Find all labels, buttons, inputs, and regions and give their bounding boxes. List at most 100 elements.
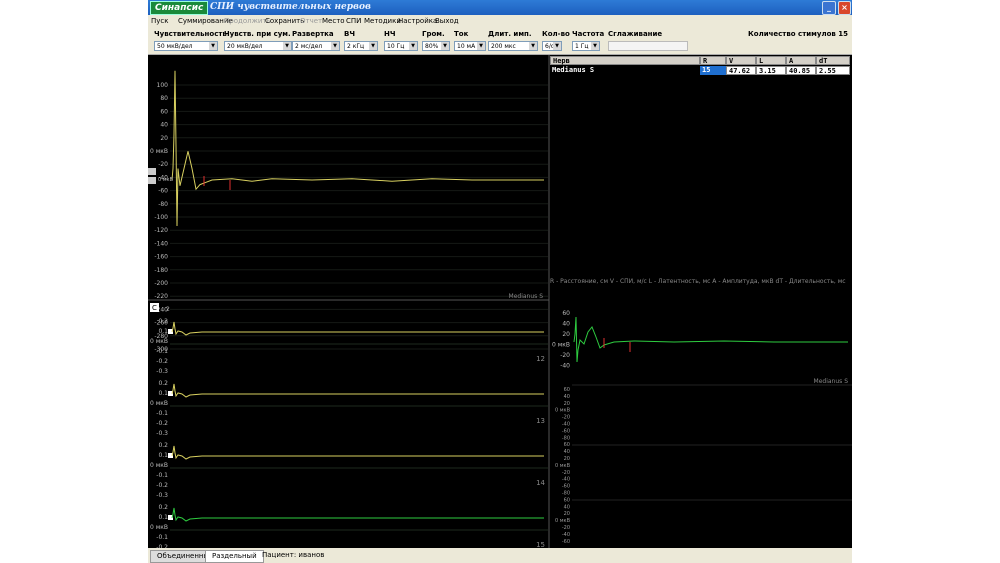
param-select-4[interactable]: 10 Гц ▼ bbox=[384, 41, 418, 51]
menu-item-2[interactable]: Продолжить bbox=[224, 17, 271, 25]
small-tick-0-3: -0.1 bbox=[156, 348, 168, 355]
param-select-6[interactable]: 10 мА ▼ bbox=[454, 41, 486, 51]
param-select-8[interactable]: 6/о ▼ bbox=[542, 41, 562, 51]
table-cell-1[interactable]: 15 bbox=[700, 66, 726, 75]
table-header-0: Нерв bbox=[550, 56, 700, 65]
right-lower-tick-9: 40 bbox=[564, 449, 570, 455]
main-tick-15: -200 bbox=[154, 280, 168, 287]
smoothing-field[interactable] bbox=[608, 41, 688, 51]
param-value-3: 2 кГц bbox=[347, 43, 365, 50]
main-tick-0: 100 bbox=[157, 82, 169, 89]
param-label-10: Сглаживание bbox=[608, 30, 663, 38]
param-value-6: 10 мА bbox=[457, 43, 476, 50]
right-lower-tick-0: 60 bbox=[564, 387, 570, 393]
menu-item-0[interactable]: Пуск bbox=[151, 17, 168, 25]
param-label-3: ВЧ bbox=[344, 30, 355, 38]
param-select-7[interactable]: 200 мкс ▼ bbox=[488, 41, 538, 51]
menu-item-7[interactable]: Методики bbox=[364, 17, 401, 25]
param-label-0: Чувствительность bbox=[154, 30, 227, 38]
right-lower-tick-17: 40 bbox=[564, 504, 570, 510]
right-lower-tick-2: 20 bbox=[564, 401, 570, 407]
right-lower-tick-16: 60 bbox=[564, 497, 570, 503]
param-value-4: 10 Гц bbox=[387, 43, 405, 50]
table-cell-5[interactable]: 2.55 bbox=[816, 66, 850, 75]
minimize-icon[interactable]: _ bbox=[822, 1, 836, 15]
param-value-2: 2 мс/дел bbox=[295, 43, 323, 50]
right-lower-tick-1: 40 bbox=[564, 394, 570, 400]
param-select-5[interactable]: 80% ▼ bbox=[422, 41, 450, 51]
right-upper-tick-1: 40 bbox=[562, 321, 570, 328]
small-tick-0-1: 0.1 bbox=[158, 328, 168, 335]
right-upper-tick-0: 60 bbox=[562, 310, 570, 317]
param-label-8: Кол-во bbox=[542, 30, 570, 38]
chevron-down-icon: ▼ bbox=[209, 42, 217, 50]
small-tick-1-0: 0.2 bbox=[158, 380, 168, 387]
table-header-1: R bbox=[700, 56, 726, 65]
menu-item-3[interactable]: Сохранить bbox=[265, 17, 304, 25]
main-tick-12: -140 bbox=[154, 240, 168, 247]
small-number-0: 12 bbox=[536, 355, 545, 363]
chevron-down-icon: ▼ bbox=[591, 42, 599, 50]
close-icon[interactable]: × bbox=[838, 1, 851, 15]
right-trace bbox=[573, 316, 848, 363]
chevron-down-icon: ▼ bbox=[477, 42, 485, 50]
param-label-4: НЧ bbox=[384, 30, 396, 38]
table-header-3: L bbox=[756, 56, 786, 65]
param-select-1[interactable]: 20 мкВ/дел ▼ bbox=[224, 41, 292, 51]
small-tick-3-0: 0.2 bbox=[158, 504, 168, 511]
menu-item-4[interactable]: Отчет bbox=[300, 17, 322, 25]
table-cell-2[interactable]: 47.62 bbox=[726, 66, 756, 75]
right-lower-tick-13: -40 bbox=[562, 477, 570, 483]
right-lower-tick-21: -40 bbox=[562, 532, 570, 538]
small-tick-2-1: 0.1 bbox=[158, 452, 168, 459]
small-tick-2-3: -0.1 bbox=[156, 472, 168, 479]
small-tick-3-2: 0 мкВ bbox=[150, 524, 168, 531]
menu-item-8[interactable]: Настройка bbox=[398, 17, 437, 25]
param-label-9: Частота bbox=[572, 30, 605, 38]
right-lower-tick-15: -80 bbox=[562, 491, 570, 497]
right-lower-tick-19: 0 мкВ bbox=[555, 518, 571, 524]
right-lower-tick-22: -60 bbox=[562, 539, 570, 545]
table-cell-4[interactable]: 40.85 bbox=[786, 66, 816, 75]
bottom-tabs: Объединенный Раздельный Пациент: иванов bbox=[148, 548, 852, 563]
small-trace-1 bbox=[171, 383, 544, 398]
param-label-5: Гром. bbox=[422, 30, 445, 38]
param-value-7: 200 мкс bbox=[491, 43, 516, 50]
small-tick-0-0: 0.2 bbox=[158, 318, 168, 325]
main-tick-13: -160 bbox=[154, 254, 168, 261]
param-select-2[interactable]: 2 мс/дел ▼ bbox=[292, 41, 340, 51]
main-tick-5: 0 мкВ bbox=[150, 148, 168, 155]
main-tick-8: -60 bbox=[158, 188, 168, 195]
small-tick-1-5: -0.3 bbox=[156, 430, 168, 437]
main-tick-9: -80 bbox=[158, 201, 168, 208]
small-number-3: 15 bbox=[536, 541, 545, 548]
small-trace-0 bbox=[171, 321, 544, 336]
param-select-3[interactable]: 2 кГц ▼ bbox=[344, 41, 378, 51]
small-tick-2-2: 0 мкВ bbox=[150, 462, 168, 469]
chevron-down-icon: ▼ bbox=[409, 42, 417, 50]
menu-item-5[interactable]: Место bbox=[322, 17, 345, 25]
table-cell-0[interactable]: Medianus S bbox=[550, 66, 700, 75]
plots-area: 100806040200 мкВ-20-40-60-80-100-120-140… bbox=[148, 55, 852, 548]
params-bar: Количество стимулов 15 Чувствительность 5… bbox=[148, 28, 852, 55]
table-cell-3[interactable]: 3.15 bbox=[756, 66, 786, 75]
small-tick-3-1: 0.1 bbox=[158, 514, 168, 521]
small-first-tick: 2 bbox=[166, 306, 170, 313]
small-tick-3-3: -0.1 bbox=[156, 534, 168, 541]
param-label-1: Чувств. при сум. bbox=[224, 30, 291, 38]
param-select-0[interactable]: 50 мкВ/дел ▼ bbox=[154, 41, 218, 51]
tab-split[interactable]: Раздельный bbox=[205, 550, 264, 563]
right-trace-label: Medianus S bbox=[814, 378, 849, 385]
window-title: СПИ чувствительных нервов bbox=[210, 2, 371, 12]
small-tick-2-4: -0.2 bbox=[156, 482, 168, 489]
table-header-4: A bbox=[786, 56, 816, 65]
small-tick-1-4: -0.2 bbox=[156, 420, 168, 427]
right-lower-tick-8: 60 bbox=[564, 442, 570, 448]
main-tick-14: -180 bbox=[154, 267, 168, 274]
param-select-9[interactable]: 1 Гц ▼ bbox=[572, 41, 600, 51]
main-tick-4: 20 bbox=[160, 135, 168, 142]
right-upper-tick-3: 0 мкВ bbox=[552, 342, 570, 349]
main-tick-10: -100 bbox=[154, 214, 168, 221]
menu-item-6[interactable]: СПИ bbox=[346, 17, 361, 25]
menu-item-9[interactable]: Выход bbox=[435, 17, 459, 25]
